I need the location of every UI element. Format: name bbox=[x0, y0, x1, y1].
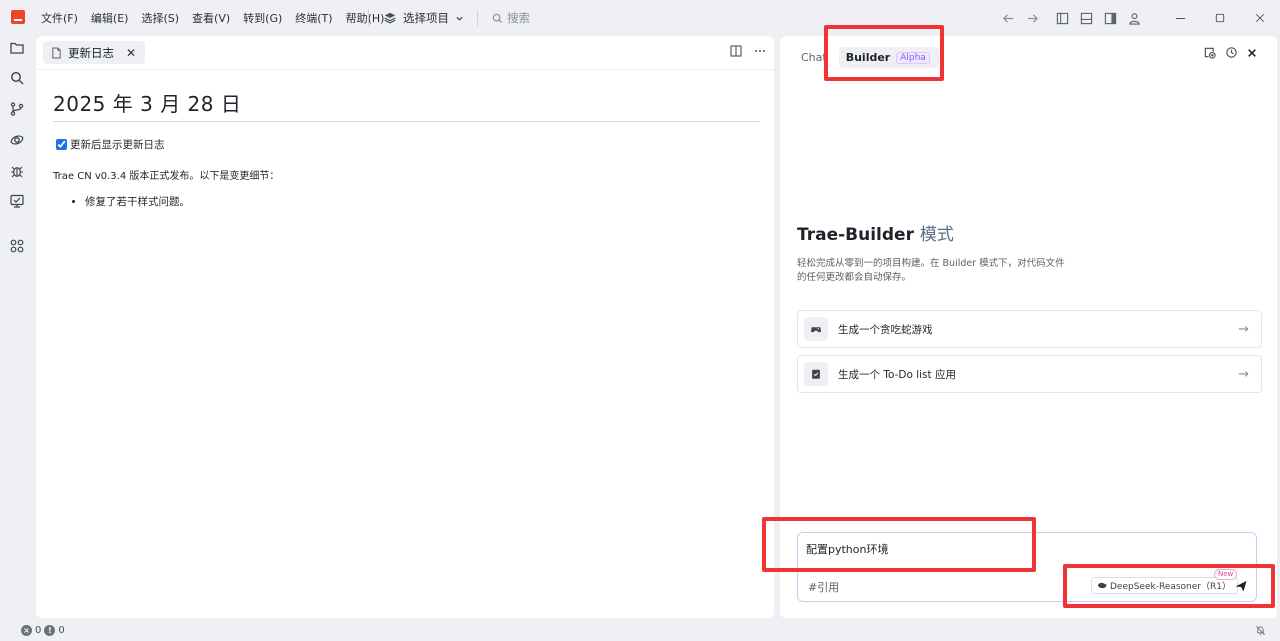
title-bar: 文件(F) 编辑(E) 选择(S) 查看(V) 转到(G) 终端(T) 帮助(H… bbox=[0, 0, 1280, 36]
search-icon[interactable] bbox=[9, 70, 25, 86]
account-icon[interactable] bbox=[1122, 6, 1146, 30]
close-icon[interactable] bbox=[1247, 48, 1257, 58]
divider bbox=[368, 10, 369, 26]
gamepad-icon bbox=[804, 317, 828, 341]
menu-selection[interactable]: 选择(S) bbox=[141, 10, 185, 26]
search-placeholder: 搜索 bbox=[507, 11, 530, 25]
notifications-muted-icon[interactable] bbox=[1255, 625, 1266, 639]
chevron-down-icon bbox=[456, 16, 463, 21]
project-selector-label: 选择项目 bbox=[403, 11, 449, 25]
extensions-icon[interactable] bbox=[9, 238, 25, 254]
layers-icon bbox=[384, 12, 396, 24]
app-logo bbox=[11, 10, 25, 24]
builder-title-main: Trae-Builder bbox=[797, 225, 914, 245]
page-title: 2025 年 3 月 28 日 bbox=[53, 88, 760, 122]
more-actions-icon[interactable] bbox=[754, 45, 766, 57]
explorer-icon[interactable] bbox=[9, 40, 25, 56]
toggle-aux-sidebar-icon[interactable] bbox=[1098, 6, 1122, 30]
search-box[interactable]: 搜索 bbox=[492, 10, 530, 26]
suggestion-label: 生成一个 To-Do list 应用 bbox=[838, 368, 956, 381]
cite-button[interactable]: #引用 bbox=[808, 579, 839, 595]
testing-icon[interactable] bbox=[9, 193, 25, 209]
list-item: 修复了若干样式问题。 bbox=[85, 194, 760, 209]
source-control-icon[interactable] bbox=[9, 101, 25, 117]
error-icon: × bbox=[21, 625, 32, 636]
changelog-document: 2025 年 3 月 28 日 更新后显示更新日志 Trae CN v0.3.4… bbox=[53, 88, 760, 209]
suggestion-label: 生成一个贪吃蛇游戏 bbox=[838, 323, 933, 336]
new-chat-icon[interactable] bbox=[1203, 46, 1216, 59]
maximize-button[interactable] bbox=[1200, 0, 1240, 36]
remote-explorer-icon[interactable] bbox=[9, 132, 25, 148]
tab-changelog[interactable]: 更新日志 ✕ bbox=[43, 41, 146, 64]
builder-description: 轻松完成从零到一的项目构建。在 Builder 模式下，对代码文件的任何更改都会… bbox=[797, 258, 1065, 283]
show-changelog-checkbox[interactable] bbox=[56, 139, 67, 150]
menu-terminal[interactable]: 终端(T) bbox=[295, 10, 338, 26]
tab-label: 更新日志 bbox=[68, 45, 114, 60]
show-changelog-option[interactable]: 更新后显示更新日志 bbox=[56, 137, 760, 152]
debug-icon[interactable] bbox=[9, 163, 25, 179]
checkbox-label: 更新后显示更新日志 bbox=[70, 139, 165, 151]
editor-tab-bar: 更新日志 ✕ bbox=[36, 36, 774, 70]
divider bbox=[477, 10, 478, 26]
project-selector[interactable]: 选择项目 bbox=[383, 9, 464, 27]
annotation-highlight-builder bbox=[824, 25, 944, 81]
checklist-icon bbox=[804, 362, 828, 386]
minimize-button[interactable] bbox=[1160, 0, 1200, 36]
activity-bar bbox=[0, 36, 34, 621]
change-list: 修复了若干样式问题。 bbox=[53, 194, 760, 209]
toggle-sidebar-icon[interactable] bbox=[1050, 6, 1074, 30]
toggle-panel-icon[interactable] bbox=[1074, 6, 1098, 30]
menu-edit[interactable]: 编辑(E) bbox=[91, 10, 135, 26]
file-icon bbox=[52, 46, 61, 59]
suggestion-snake-game[interactable]: 生成一个贪吃蛇游戏 → bbox=[797, 310, 1262, 348]
suggestion-todo-app[interactable]: 生成一个 To-Do list 应用 → bbox=[797, 355, 1262, 393]
arrow-right-icon: → bbox=[1238, 367, 1249, 382]
history-icon[interactable] bbox=[1225, 46, 1238, 59]
arrow-right-icon: → bbox=[1238, 322, 1249, 337]
builder-title-mode: 模式 bbox=[919, 225, 954, 245]
split-editor-icon[interactable] bbox=[730, 45, 742, 57]
warning-icon: ! bbox=[44, 625, 56, 636]
release-paragraph: Trae CN v0.3.4 版本正式发布。以下是变更细节： bbox=[53, 171, 280, 182]
menu-bar: 文件(F) 编辑(E) 选择(S) 查看(V) 转到(G) 终端(T) 帮助(H… bbox=[41, 0, 397, 36]
annotation-highlight-input bbox=[762, 517, 1036, 572]
close-window-button[interactable] bbox=[1240, 0, 1280, 36]
forward-arrow-icon[interactable] bbox=[1020, 6, 1044, 30]
editor-panel: 更新日志 ✕ 2025 年 3 月 28 日 更新后显示更新日志 Trae CN… bbox=[36, 36, 774, 618]
menu-go[interactable]: 转到(G) bbox=[243, 10, 288, 26]
error-count: 0 bbox=[35, 625, 42, 636]
status-bar: × 0 ! 0 bbox=[0, 621, 1280, 641]
close-icon[interactable]: ✕ bbox=[126, 46, 136, 60]
search-icon bbox=[492, 13, 503, 23]
annotation-highlight-model bbox=[1063, 564, 1275, 608]
problems-indicator[interactable]: × 0 ! 0 bbox=[21, 625, 65, 636]
warning-count: 0 bbox=[58, 625, 65, 636]
menu-view[interactable]: 查看(V) bbox=[192, 10, 236, 26]
menu-file[interactable]: 文件(F) bbox=[41, 10, 84, 26]
builder-heading: Trae-Builder 模式 bbox=[797, 220, 954, 245]
back-arrow-icon[interactable] bbox=[996, 6, 1020, 30]
